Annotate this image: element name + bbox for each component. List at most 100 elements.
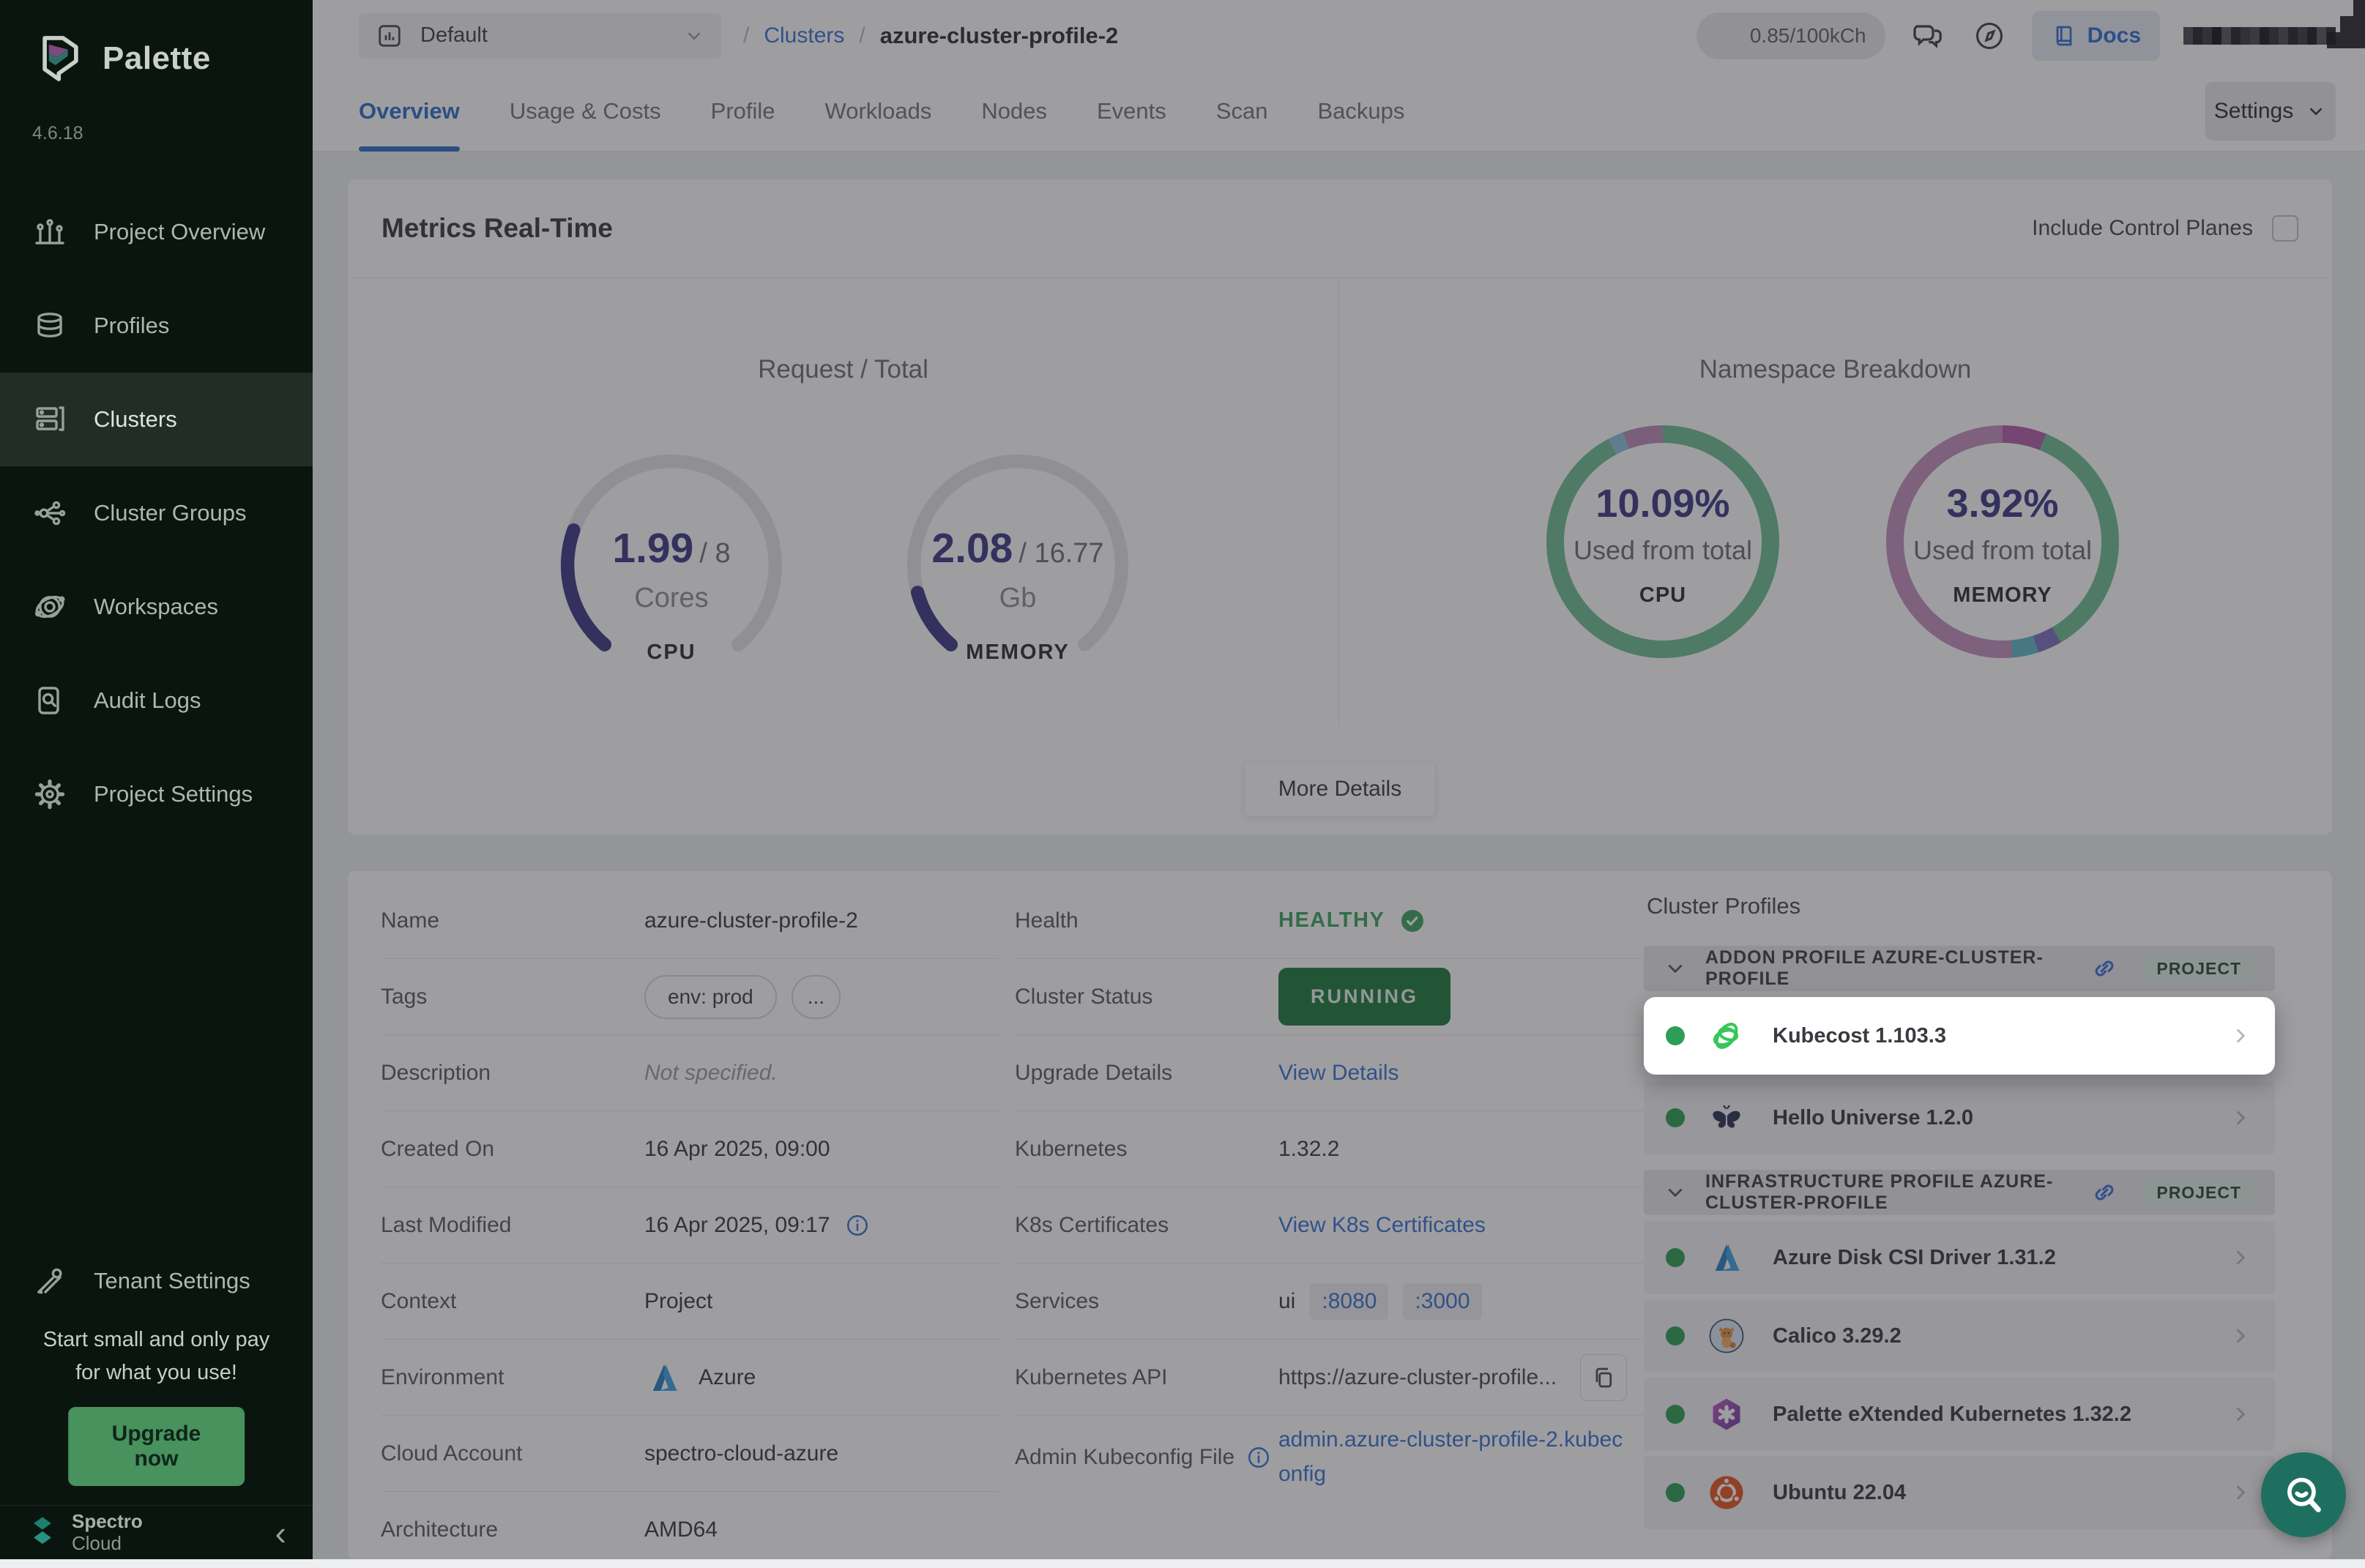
profile-layer-hello-universe-1-2-0[interactable]: Hello Universe 1.2.0 (1644, 1081, 2275, 1154)
sidebar-item-profiles[interactable]: Profiles (0, 279, 313, 373)
detail-label: Cluster Status (1015, 985, 1278, 1009)
detail-row-created-on: Created On 16 Apr 2025, 09:00 (381, 1111, 999, 1187)
tag-pill[interactable]: ... (792, 975, 841, 1019)
breadcrumb-current: azure-cluster-profile-2 (880, 23, 1119, 49)
namespace-cpu-pct: 10.09% (1546, 481, 1779, 526)
spectro-cloud-logo-icon (26, 1514, 59, 1552)
cluster-details-card: Nameazure-cluster-profile-2Tagsenv: prod… (348, 871, 2332, 1559)
namespace-cpu-caption: Used from total (1546, 535, 1779, 566)
detail-label-text: Cluster Status (1015, 985, 1152, 1009)
more-details-button[interactable]: More Details (1244, 761, 1436, 817)
detail-label-text: Cloud Account (381, 1441, 522, 1466)
sidebar-item-project-overview[interactable]: Project Overview (0, 185, 313, 279)
service-port-link[interactable]: :3000 (1403, 1283, 1481, 1320)
detail-label: Environment (381, 1365, 644, 1390)
copy-button[interactable] (1580, 1354, 1627, 1401)
sidebar-item-workspaces[interactable]: Workspaces (0, 560, 313, 654)
compass-icon[interactable] (1970, 17, 2008, 55)
profiles-group-gap (1644, 1160, 2275, 1170)
breadcrumb-clusters-link[interactable]: Clusters (764, 23, 844, 48)
detail-value-text: AMD64 (644, 1517, 718, 1542)
detail-label: Created On (381, 1137, 644, 1162)
pane-divider (1338, 278, 1339, 725)
detail-row-context: ContextProject (381, 1263, 999, 1340)
detail-label: Kubernetes API (1015, 1365, 1278, 1390)
sidebar-item-clusters[interactable]: Clusters (0, 373, 313, 466)
profile-layer-name: Hello Universe 1.2.0 (1773, 1106, 1973, 1130)
detail-value-text: 16 Apr 2025, 09:00 (644, 1137, 830, 1162)
include-control-planes-checkbox[interactable] (2272, 215, 2298, 242)
detail-label: Kubernetes (1015, 1137, 1278, 1162)
kubeconfig-file-link[interactable]: admin.azure-cluster-profile-2.kubeconfig (1278, 1423, 1630, 1491)
detail-value-text: azure-cluster-profile-2 (644, 908, 858, 933)
detail-link[interactable]: View K8s Certificates (1278, 1213, 1486, 1238)
tab-scan[interactable]: Scan (1216, 71, 1268, 151)
collapse-sidebar-icon[interactable]: ‹ (275, 1516, 286, 1550)
tab-workloads[interactable]: Workloads (825, 71, 932, 151)
copy-icon (1590, 1364, 1617, 1391)
settings-button[interactable]: Settings (2205, 82, 2336, 141)
upgrade-now-button[interactable]: Upgrade now (68, 1407, 245, 1486)
profile-layer-palette-extended-kubernetes-1-32-2[interactable]: Palette eXtended Kubernetes 1.32.2 (1644, 1378, 2275, 1451)
tab-overview[interactable]: Overview (359, 71, 460, 151)
chevron-right-icon (2228, 1480, 2253, 1505)
sidebar-footer: Spectro Cloud ‹ (0, 1505, 313, 1559)
detail-label: Admin Kubeconfig File (1015, 1445, 1278, 1470)
tab-profile[interactable]: Profile (711, 71, 775, 151)
sidebar-item-cluster-groups[interactable]: Cluster Groups (0, 466, 313, 560)
detail-label: Last Modified (381, 1213, 644, 1238)
project-selector[interactable]: Default (359, 13, 721, 59)
detail-value-text: Azure (699, 1365, 756, 1390)
tab-usage-costs[interactable]: Usage & Costs (510, 71, 661, 151)
namespace-cpu-label: CPU (1546, 583, 1779, 608)
calico-icon (1707, 1316, 1746, 1356)
profile-layer-kubecost-1-103-3[interactable]: Kubecost 1.103.3 (1644, 997, 2275, 1075)
tab-events[interactable]: Events (1097, 71, 1166, 151)
info-icon[interactable] (845, 1213, 870, 1238)
detail-label: Upgrade Details (1015, 1061, 1278, 1086)
profile-layer-azure-disk-csi-driver-1-31-2[interactable]: Azure Disk CSI Driver 1.31.2 (1644, 1221, 2275, 1294)
cpu-unit: Cores (557, 583, 786, 614)
info-icon[interactable] (1246, 1445, 1271, 1470)
sidebar-item-tenant-settings[interactable]: Tenant Settings (0, 1234, 313, 1328)
azure-icon (1707, 1238, 1746, 1277)
profile-group-header-addon-profile-azure-cluster-profile[interactable]: ADDON PROFILE AZURE-CLUSTER-PROFILEPROJE… (1644, 946, 2275, 991)
tab-nodes[interactable]: Nodes (981, 71, 1047, 151)
status-dot (1666, 1026, 1685, 1045)
detail-label: Health (1015, 908, 1278, 933)
detail-row-cluster-status: Cluster StatusRUNNING (1015, 959, 1645, 1035)
detail-value: spectro-cloud-azure (644, 1441, 838, 1466)
chat-icon[interactable] (1909, 17, 1947, 55)
redacted-username (2183, 27, 2336, 45)
bar-chart-icon (32, 214, 67, 250)
detail-row-tags: Tagsenv: prod... (381, 959, 999, 1035)
profile-layer-ubuntu-22-04[interactable]: Ubuntu 22.04 (1644, 1456, 2275, 1529)
namespace-memory-pct: 3.92% (1886, 481, 2119, 526)
tab-backups[interactable]: Backups (1317, 71, 1404, 151)
app-name: Palette (103, 40, 211, 77)
cluster-profiles-title: Cluster Profiles (1647, 893, 2275, 919)
sidebar-item-label: Cluster Groups (94, 500, 246, 526)
memory-total-value: / 16.77 (1018, 538, 1103, 569)
support-search-fab[interactable] (2261, 1452, 2346, 1537)
detail-row-k8s-certificates: K8s Certificates View K8s Certificates (1015, 1187, 1645, 1263)
metrics-title: Metrics Real-Time (381, 213, 613, 244)
sidebar-item-audit-logs[interactable]: Audit Logs (0, 654, 313, 747)
status-dot (1666, 1483, 1685, 1502)
profile-group-header-infrastructure-profile-azure-cluster-profile[interactable]: INFRASTRUCTURE PROFILE AZURE-CLUSTER-PRO… (1644, 1170, 2275, 1215)
profile-layer-calico-3-29-2[interactable]: Calico 3.29.2 (1644, 1299, 2275, 1373)
include-control-planes: Include Control Planes (2032, 215, 2298, 242)
sidebar-item-project-settings[interactable]: Project Settings (0, 747, 313, 841)
service-port-link[interactable]: :8080 (1310, 1283, 1388, 1320)
detail-label-text: Description (381, 1061, 491, 1086)
detail-label-text: Created On (381, 1137, 494, 1162)
chevron-right-icon (2228, 1324, 2253, 1348)
tag-pill[interactable]: env: prod (644, 975, 777, 1019)
detail-label: Architecture (381, 1517, 644, 1542)
sidebar-item-label: Workspaces (94, 594, 218, 620)
detail-label-text: K8s Certificates (1015, 1213, 1169, 1238)
detail-label-text: Kubernetes (1015, 1137, 1127, 1162)
detail-link[interactable]: View Details (1278, 1061, 1399, 1086)
cpu-gauge-label: CPU (557, 641, 786, 665)
docs-button[interactable]: Docs (2032, 11, 2160, 61)
